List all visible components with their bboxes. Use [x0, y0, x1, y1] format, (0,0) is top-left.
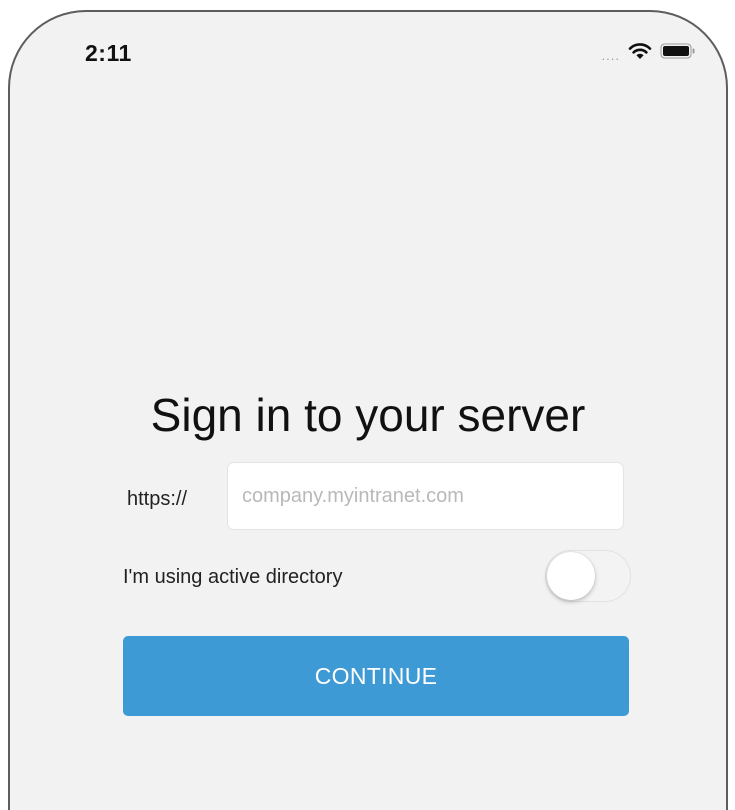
page-title: Sign in to your server [150, 389, 586, 441]
status-bar: 2:11 .... [10, 12, 726, 102]
server-url-input[interactable] [227, 462, 624, 530]
toggle-knob [547, 552, 595, 600]
status-icons: .... [602, 42, 696, 65]
status-time: 2:11 [85, 40, 132, 66]
continue-button[interactable]: CONTINUE [123, 636, 629, 716]
signal-dots-icon: .... [601, 48, 620, 63]
active-directory-label: I'm using active directory [123, 566, 343, 588]
server-url-row: https:// [123, 462, 626, 532]
wifi-icon [628, 42, 652, 65]
active-directory-row: I'm using active directory [123, 550, 631, 606]
phone-screen: 2:11 .... Sign in to your server https:/ [8, 10, 728, 810]
active-directory-toggle[interactable] [545, 550, 631, 602]
battery-icon [660, 42, 696, 65]
url-prefix-label: https:// [127, 488, 188, 510]
